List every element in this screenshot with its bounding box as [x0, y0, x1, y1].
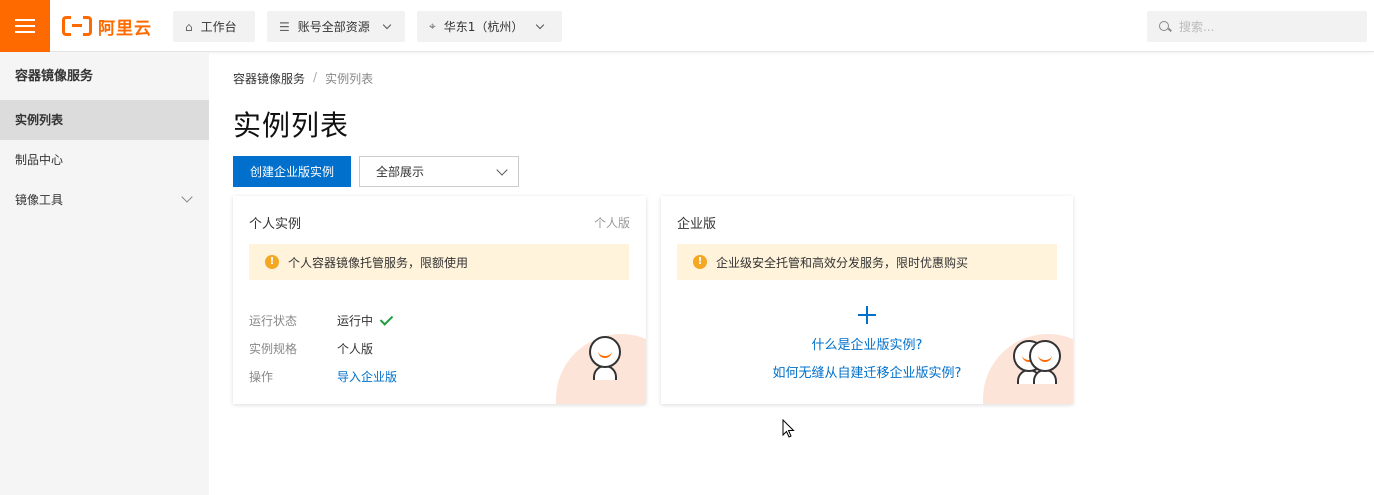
- chevron-down-icon: [536, 20, 545, 29]
- breadcrumb-separator: /: [313, 70, 318, 84]
- aliyun-logo[interactable]: 阿里云: [62, 14, 152, 39]
- warning-icon: !: [265, 255, 279, 269]
- what-is-enterprise-link[interactable]: 什么是企业版实例?: [661, 334, 1073, 353]
- filter-select-value: 全部展示: [376, 165, 425, 179]
- status-text: 运行中: [337, 314, 374, 328]
- enterprise-instance-card: 企业版 ! 企业级安全托管和高效分发服务，限时优惠购买 什么是企业版实例? 如何…: [661, 196, 1073, 404]
- warning-icon: !: [693, 255, 707, 269]
- spec-row: 实例规格 个人版: [249, 340, 373, 357]
- row-key: 实例规格: [249, 342, 298, 356]
- notice-text: 个人容器镜像托管服务，限额使用: [288, 255, 469, 270]
- aliyun-logo-icon: [62, 16, 92, 36]
- card-title: 个人实例: [249, 217, 302, 232]
- user-avatar-icon: [589, 336, 621, 380]
- row-key: 运行状态: [249, 314, 298, 328]
- workbench-label: 工作台: [200, 20, 237, 34]
- sidebar-item-label: 实例列表: [15, 113, 64, 127]
- sidebar-item-image-tools[interactable]: 镜像工具: [0, 180, 209, 220]
- notice-bar: ! 企业级安全托管和高效分发服务，限时优惠购买: [677, 244, 1057, 280]
- notice-bar: ! 个人容器镜像托管服务，限额使用: [249, 244, 629, 280]
- sidebar: 容器镜像服务 实例列表 制品中心 镜像工具: [0, 53, 209, 495]
- status-row: 运行状态 运行中: [249, 311, 394, 329]
- create-enterprise-instance-button[interactable]: 创建企业版实例: [233, 156, 351, 187]
- sidebar-item-instance-list[interactable]: 实例列表: [0, 100, 209, 140]
- add-icon[interactable]: [858, 306, 876, 324]
- page-title: 实例列表: [233, 109, 350, 142]
- chevron-down-icon: [496, 164, 508, 176]
- logo-text: 阿里云: [98, 18, 152, 39]
- workbench-button[interactable]: ⌂ 工作台: [173, 11, 255, 42]
- row-value: 个人版: [337, 342, 374, 356]
- breadcrumb-current: 实例列表: [325, 72, 374, 86]
- chevron-down-icon: [181, 191, 193, 203]
- search-icon: [1159, 20, 1171, 33]
- sidebar-item-label: 制品中心: [15, 153, 64, 167]
- stack-icon: ☰: [279, 19, 290, 34]
- card-title: 企业版: [677, 217, 717, 232]
- region-dropdown[interactable]: ⌖ 华东1（杭州）: [417, 11, 562, 42]
- home-icon: ⌂: [185, 19, 193, 34]
- sidebar-item-label: 镜像工具: [15, 193, 64, 207]
- global-search[interactable]: [1147, 11, 1367, 42]
- card-tag: 个人版: [593, 216, 630, 230]
- action-row: 操作 导入企业版: [249, 368, 397, 385]
- search-input[interactable]: [1179, 19, 1349, 34]
- resources-label: 账号全部资源: [297, 20, 370, 34]
- migrate-enterprise-link[interactable]: 如何无缝从自建迁移企业版实例?: [661, 362, 1073, 381]
- row-key: 操作: [249, 370, 274, 384]
- breadcrumb: 容器镜像服务 / 实例列表: [233, 70, 373, 87]
- region-label: 华东1（杭州）: [443, 20, 524, 34]
- import-enterprise-link[interactable]: 导入企业版: [337, 368, 397, 385]
- menu-icon[interactable]: [0, 0, 50, 52]
- mouse-cursor-icon: [782, 419, 795, 438]
- resources-dropdown[interactable]: ☰ 账号全部资源: [267, 11, 405, 42]
- sidebar-item-artifact-center[interactable]: 制品中心: [0, 140, 209, 180]
- top-bar: 阿里云 ⌂ 工作台 ☰ 账号全部资源 ⌖ 华东1（杭州）: [0, 0, 1374, 52]
- group-avatar-icon: [1029, 340, 1061, 384]
- location-pin-icon: ⌖: [429, 19, 436, 33]
- filter-select[interactable]: 全部展示: [359, 156, 519, 187]
- row-value: 运行中: [337, 311, 394, 329]
- breadcrumb-root[interactable]: 容器镜像服务: [233, 70, 305, 87]
- sidebar-title: 容器镜像服务: [15, 69, 94, 84]
- check-icon: [379, 311, 394, 326]
- personal-instance-card: 个人实例 个人版 ! 个人容器镜像托管服务，限额使用 运行状态 运行中 实例规格…: [233, 196, 646, 404]
- chevron-down-icon: [382, 20, 392, 29]
- notice-text: 企业级安全托管和高效分发服务，限时优惠购买: [716, 255, 969, 270]
